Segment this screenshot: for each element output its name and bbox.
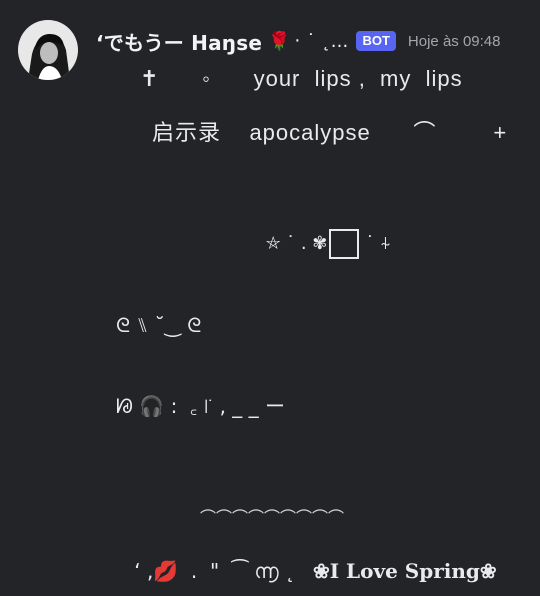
message-line-4: ᘓ ⑊ ˘‿ ᘓ: [116, 313, 202, 337]
avatar-portrait-icon: [18, 20, 78, 80]
decor-prefix: ‘ ,: [134, 559, 154, 583]
message-line-1: ✝ ◦ your lips , my lips: [140, 66, 463, 91]
square-frame-icon: [329, 229, 360, 259]
timestamp[interactable]: Hoje às 09:48: [408, 33, 501, 50]
kiss-emoji: 💋: [153, 561, 179, 583]
message-header: ‘でもうー Haŋse 🌹 ‧ ˙ ˛... BOT Hoje às 09:48: [96, 26, 501, 56]
decor-arcs: ⌒⌒⌒⌒⌒⌒⌒⌒⌒: [200, 508, 345, 527]
message-line-7: ‘ ,💋 . " ⁀ ൬ ˛ ❀I Love Spring❀: [112, 536, 497, 596]
message-line-3: ⛤ ˙ . ✾ ˙ ⍭: [246, 208, 391, 280]
message-line-2: 启示录 apocalypse ⌒ +: [152, 120, 508, 145]
username-tail[interactable]: ‧ ˙ ˛...: [295, 31, 349, 52]
bot-tag: BOT: [356, 31, 396, 51]
chat-message: ‘でもうー Haŋse 🌹 ‧ ˙ ˛... BOT Hoje às 09:48…: [0, 0, 540, 596]
message-line-5: ᘘ 🎧 : ꜀ ꜍ , _ _ ー: [116, 394, 286, 418]
decor-tail: ˙ ⍭: [365, 232, 391, 254]
username[interactable]: ‘でもうー Haŋse: [96, 27, 262, 56]
rose-emoji: 🌹: [268, 30, 291, 52]
i-love-spring-text: ❀I Love Spring❀: [312, 559, 497, 583]
decor-middle: . " ⁀ ൬ ˛: [178, 559, 295, 583]
decor-star-flower: ⛤ ˙ . ✾: [266, 232, 328, 254]
avatar[interactable]: [18, 20, 78, 80]
